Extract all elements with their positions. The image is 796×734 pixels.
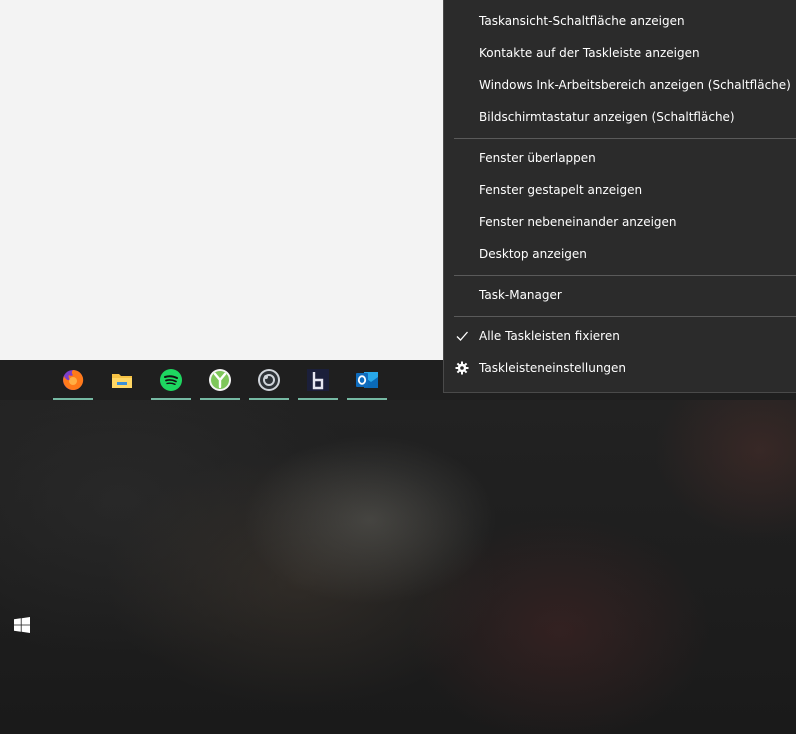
obs-icon bbox=[258, 369, 280, 391]
menu-item-lock-taskbars[interactable]: Alle Taskleisten fixieren bbox=[444, 320, 796, 352]
menu-item-label: Fenster gestapelt anzeigen bbox=[479, 183, 643, 197]
active-underline bbox=[53, 398, 93, 400]
folder-icon bbox=[112, 374, 132, 388]
gear-icon bbox=[455, 361, 469, 375]
menu-item-show-desktop[interactable]: Desktop anzeigen bbox=[444, 238, 796, 270]
menu-item-task-manager[interactable]: Task-Manager bbox=[444, 279, 796, 311]
y-app-icon bbox=[209, 369, 231, 391]
windows-logo-icon[interactable] bbox=[14, 617, 30, 633]
taskbar-app-rainbow-six[interactable] bbox=[298, 360, 338, 400]
active-underline bbox=[298, 398, 338, 400]
rainbow-six-icon bbox=[307, 369, 329, 391]
active-underline bbox=[249, 398, 289, 400]
firefox-icon bbox=[63, 369, 84, 390]
active-underline bbox=[347, 398, 387, 400]
menu-item-task-view-button[interactable]: Taskansicht-Schaltfläche anzeigen bbox=[444, 5, 796, 37]
menu-item-label: Desktop anzeigen bbox=[479, 247, 587, 261]
menu-item-side-by-side[interactable]: Fenster nebeneinander anzeigen bbox=[444, 206, 796, 238]
menu-item-touch-keyboard[interactable]: Bildschirmtastatur anzeigen (Schaltfläch… bbox=[444, 101, 796, 133]
active-underline bbox=[200, 398, 240, 400]
menu-item-stack-windows[interactable]: Fenster gestapelt anzeigen bbox=[444, 174, 796, 206]
active-underline bbox=[151, 398, 191, 400]
taskbar-app-y-app[interactable] bbox=[200, 360, 240, 400]
menu-separator bbox=[454, 138, 796, 139]
menu-item-windows-ink[interactable]: Windows Ink-Arbeitsbereich anzeigen (Sch… bbox=[444, 69, 796, 101]
taskbar-app-outlook[interactable] bbox=[347, 360, 387, 400]
taskbar-context-menu: Taskansicht-Schaltfläche anzeigen Kontak… bbox=[443, 0, 796, 393]
menu-item-label: Task-Manager bbox=[479, 288, 562, 302]
menu-item-label: Taskleisteneinstellungen bbox=[479, 361, 627, 375]
menu-item-label: Bildschirmtastatur anzeigen (Schaltfläch… bbox=[479, 110, 735, 124]
outlook-icon bbox=[356, 372, 378, 388]
menu-item-label: Taskansicht-Schaltfläche anzeigen bbox=[479, 14, 685, 28]
spotify-icon bbox=[160, 369, 182, 391]
menu-item-taskbar-settings[interactable]: Taskleisteneinstellungen bbox=[444, 352, 796, 384]
taskbar-app-obs[interactable] bbox=[249, 360, 289, 400]
menu-separator bbox=[454, 316, 796, 317]
menu-item-cascade-windows[interactable]: Fenster überlappen bbox=[444, 142, 796, 174]
taskbar-app-spotify[interactable] bbox=[151, 360, 191, 400]
menu-item-contacts[interactable]: Kontakte auf der Taskleiste anzeigen bbox=[444, 37, 796, 69]
desktop-wallpaper bbox=[0, 400, 796, 734]
menu-item-label: Alle Taskleisten fixieren bbox=[479, 329, 620, 343]
menu-item-label: Fenster überlappen bbox=[479, 151, 596, 165]
taskbar-app-firefox[interactable] bbox=[53, 360, 93, 400]
menu-item-label: Fenster nebeneinander anzeigen bbox=[479, 215, 677, 229]
menu-item-label: Windows Ink-Arbeitsbereich anzeigen (Sch… bbox=[479, 78, 791, 92]
menu-separator bbox=[454, 275, 796, 276]
taskbar-app-file-explorer[interactable] bbox=[102, 360, 142, 400]
checkmark-icon bbox=[456, 331, 468, 341]
menu-item-label: Kontakte auf der Taskleiste anzeigen bbox=[479, 46, 700, 60]
